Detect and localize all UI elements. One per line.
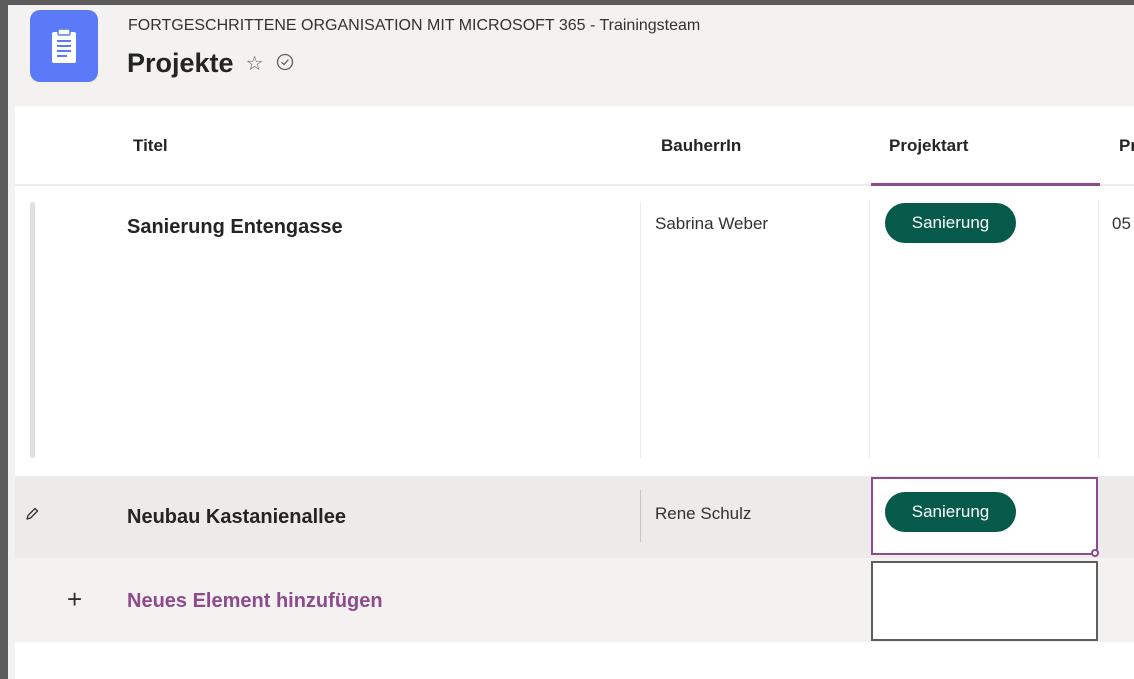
table-row[interactable]: Neubau Kastanienallee Rene Schulz Sanier…: [15, 476, 1134, 558]
list-app-icon[interactable]: [30, 10, 98, 82]
column-header-row: Titel BauherrIn Projektart Pr: [15, 106, 1134, 186]
fill-handle[interactable]: [1091, 549, 1099, 557]
cell-bauherrin[interactable]: Sabrina Weber: [655, 214, 768, 234]
column-divider: [1098, 202, 1099, 458]
row-selection-bar: [30, 202, 35, 458]
list-grid: Titel BauherrIn Projektart Pr Sanierung …: [15, 106, 1134, 679]
projektart-pill[interactable]: Sanierung: [885, 203, 1016, 243]
column-divider: [640, 202, 641, 458]
add-new-item-link[interactable]: Neues Element hinzufügen: [127, 590, 383, 613]
column-divider: [640, 490, 641, 542]
cell-title[interactable]: Neubau Kastanienallee: [127, 506, 346, 529]
cell-next-column[interactable]: 05: [1112, 214, 1131, 234]
cell-title[interactable]: Sanierung Entengasse: [127, 216, 343, 239]
column-header-next[interactable]: Pr: [1119, 136, 1134, 156]
check-circle-icon[interactable]: [276, 53, 294, 75]
add-item-row[interactable]: + Neues Element hinzufügen: [15, 558, 1134, 642]
column-divider: [869, 202, 870, 458]
title-row: Projekte ☆: [127, 48, 294, 79]
column-header-bauherrin[interactable]: BauherrIn: [661, 136, 741, 156]
column-header-projektart[interactable]: Projektart: [889, 136, 968, 156]
window-frame-left: [0, 0, 8, 679]
new-item-projektart-cell[interactable]: [871, 561, 1098, 641]
projektart-pill[interactable]: Sanierung: [885, 492, 1016, 532]
star-outline-icon[interactable]: ☆: [246, 54, 264, 74]
table-row[interactable]: Sanierung Entengasse Sabrina Weber Sanie…: [15, 186, 1134, 476]
plus-icon[interactable]: +: [67, 586, 82, 612]
window-frame-top: [0, 0, 1134, 5]
column-header-titel[interactable]: Titel: [133, 136, 168, 156]
clipboard-icon: [52, 28, 76, 63]
breadcrumb[interactable]: FORTGESCHRITTENE ORGANISATION MIT MICROS…: [128, 17, 700, 35]
page-title: Projekte: [127, 48, 234, 78]
pencil-icon[interactable]: [24, 506, 40, 527]
cell-bauherrin[interactable]: Rene Schulz: [655, 504, 751, 524]
